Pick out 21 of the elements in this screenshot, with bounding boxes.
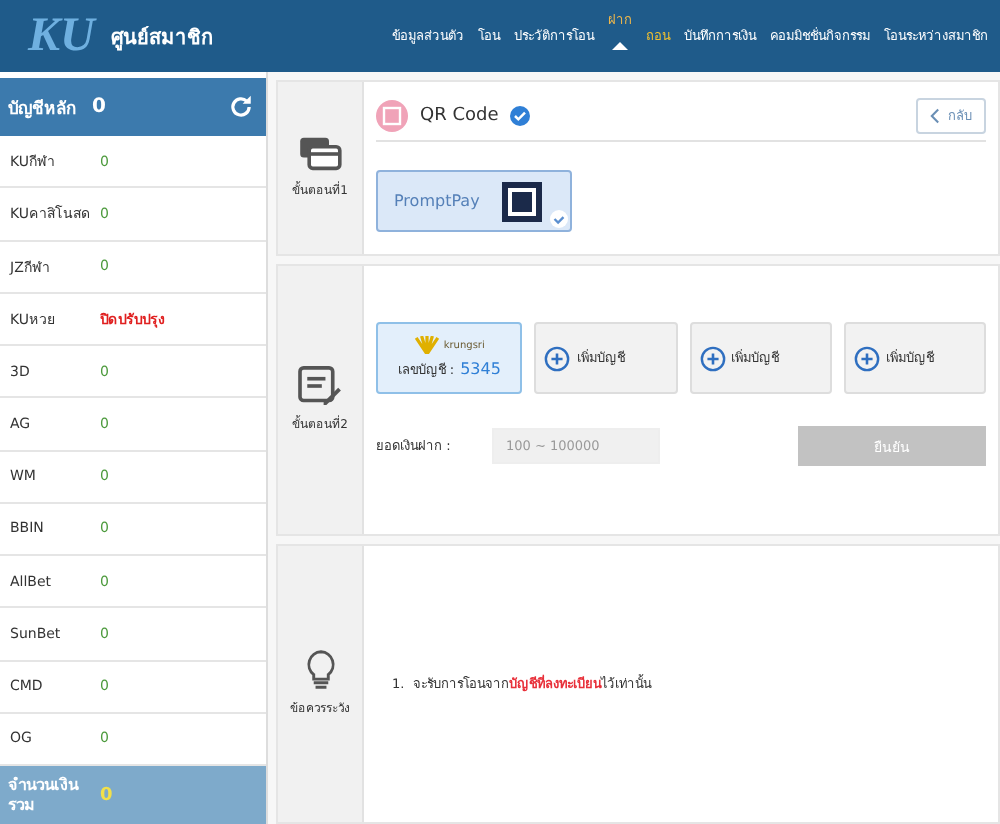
plus-circle-icon (544, 345, 571, 371)
form-edit-icon (298, 366, 342, 406)
check-icon (550, 210, 568, 228)
chevron-left-icon (930, 107, 940, 123)
verified-icon (510, 105, 531, 125)
qr-scan-icon (502, 181, 542, 221)
plus-circle-icon (853, 345, 880, 371)
balance-value: 0 (92, 96, 106, 118)
plus-circle-icon (699, 345, 725, 371)
total-label: จำนวนเงินรวม (8, 775, 81, 815)
balance-label: บัญชีหลัก (8, 97, 76, 121)
method-title: QR Code (420, 105, 499, 125)
card-icon (298, 136, 342, 172)
total-value: 0 (100, 785, 113, 805)
account-number: 5345 (460, 360, 501, 378)
lightbulb-icon (305, 650, 335, 690)
refresh-icon[interactable] (228, 94, 254, 120)
logo: KU (28, 9, 95, 63)
qr-icon (376, 99, 408, 131)
bank-logo-icon (413, 336, 440, 354)
site-title: ศูนย์สมาชิก (110, 24, 213, 51)
